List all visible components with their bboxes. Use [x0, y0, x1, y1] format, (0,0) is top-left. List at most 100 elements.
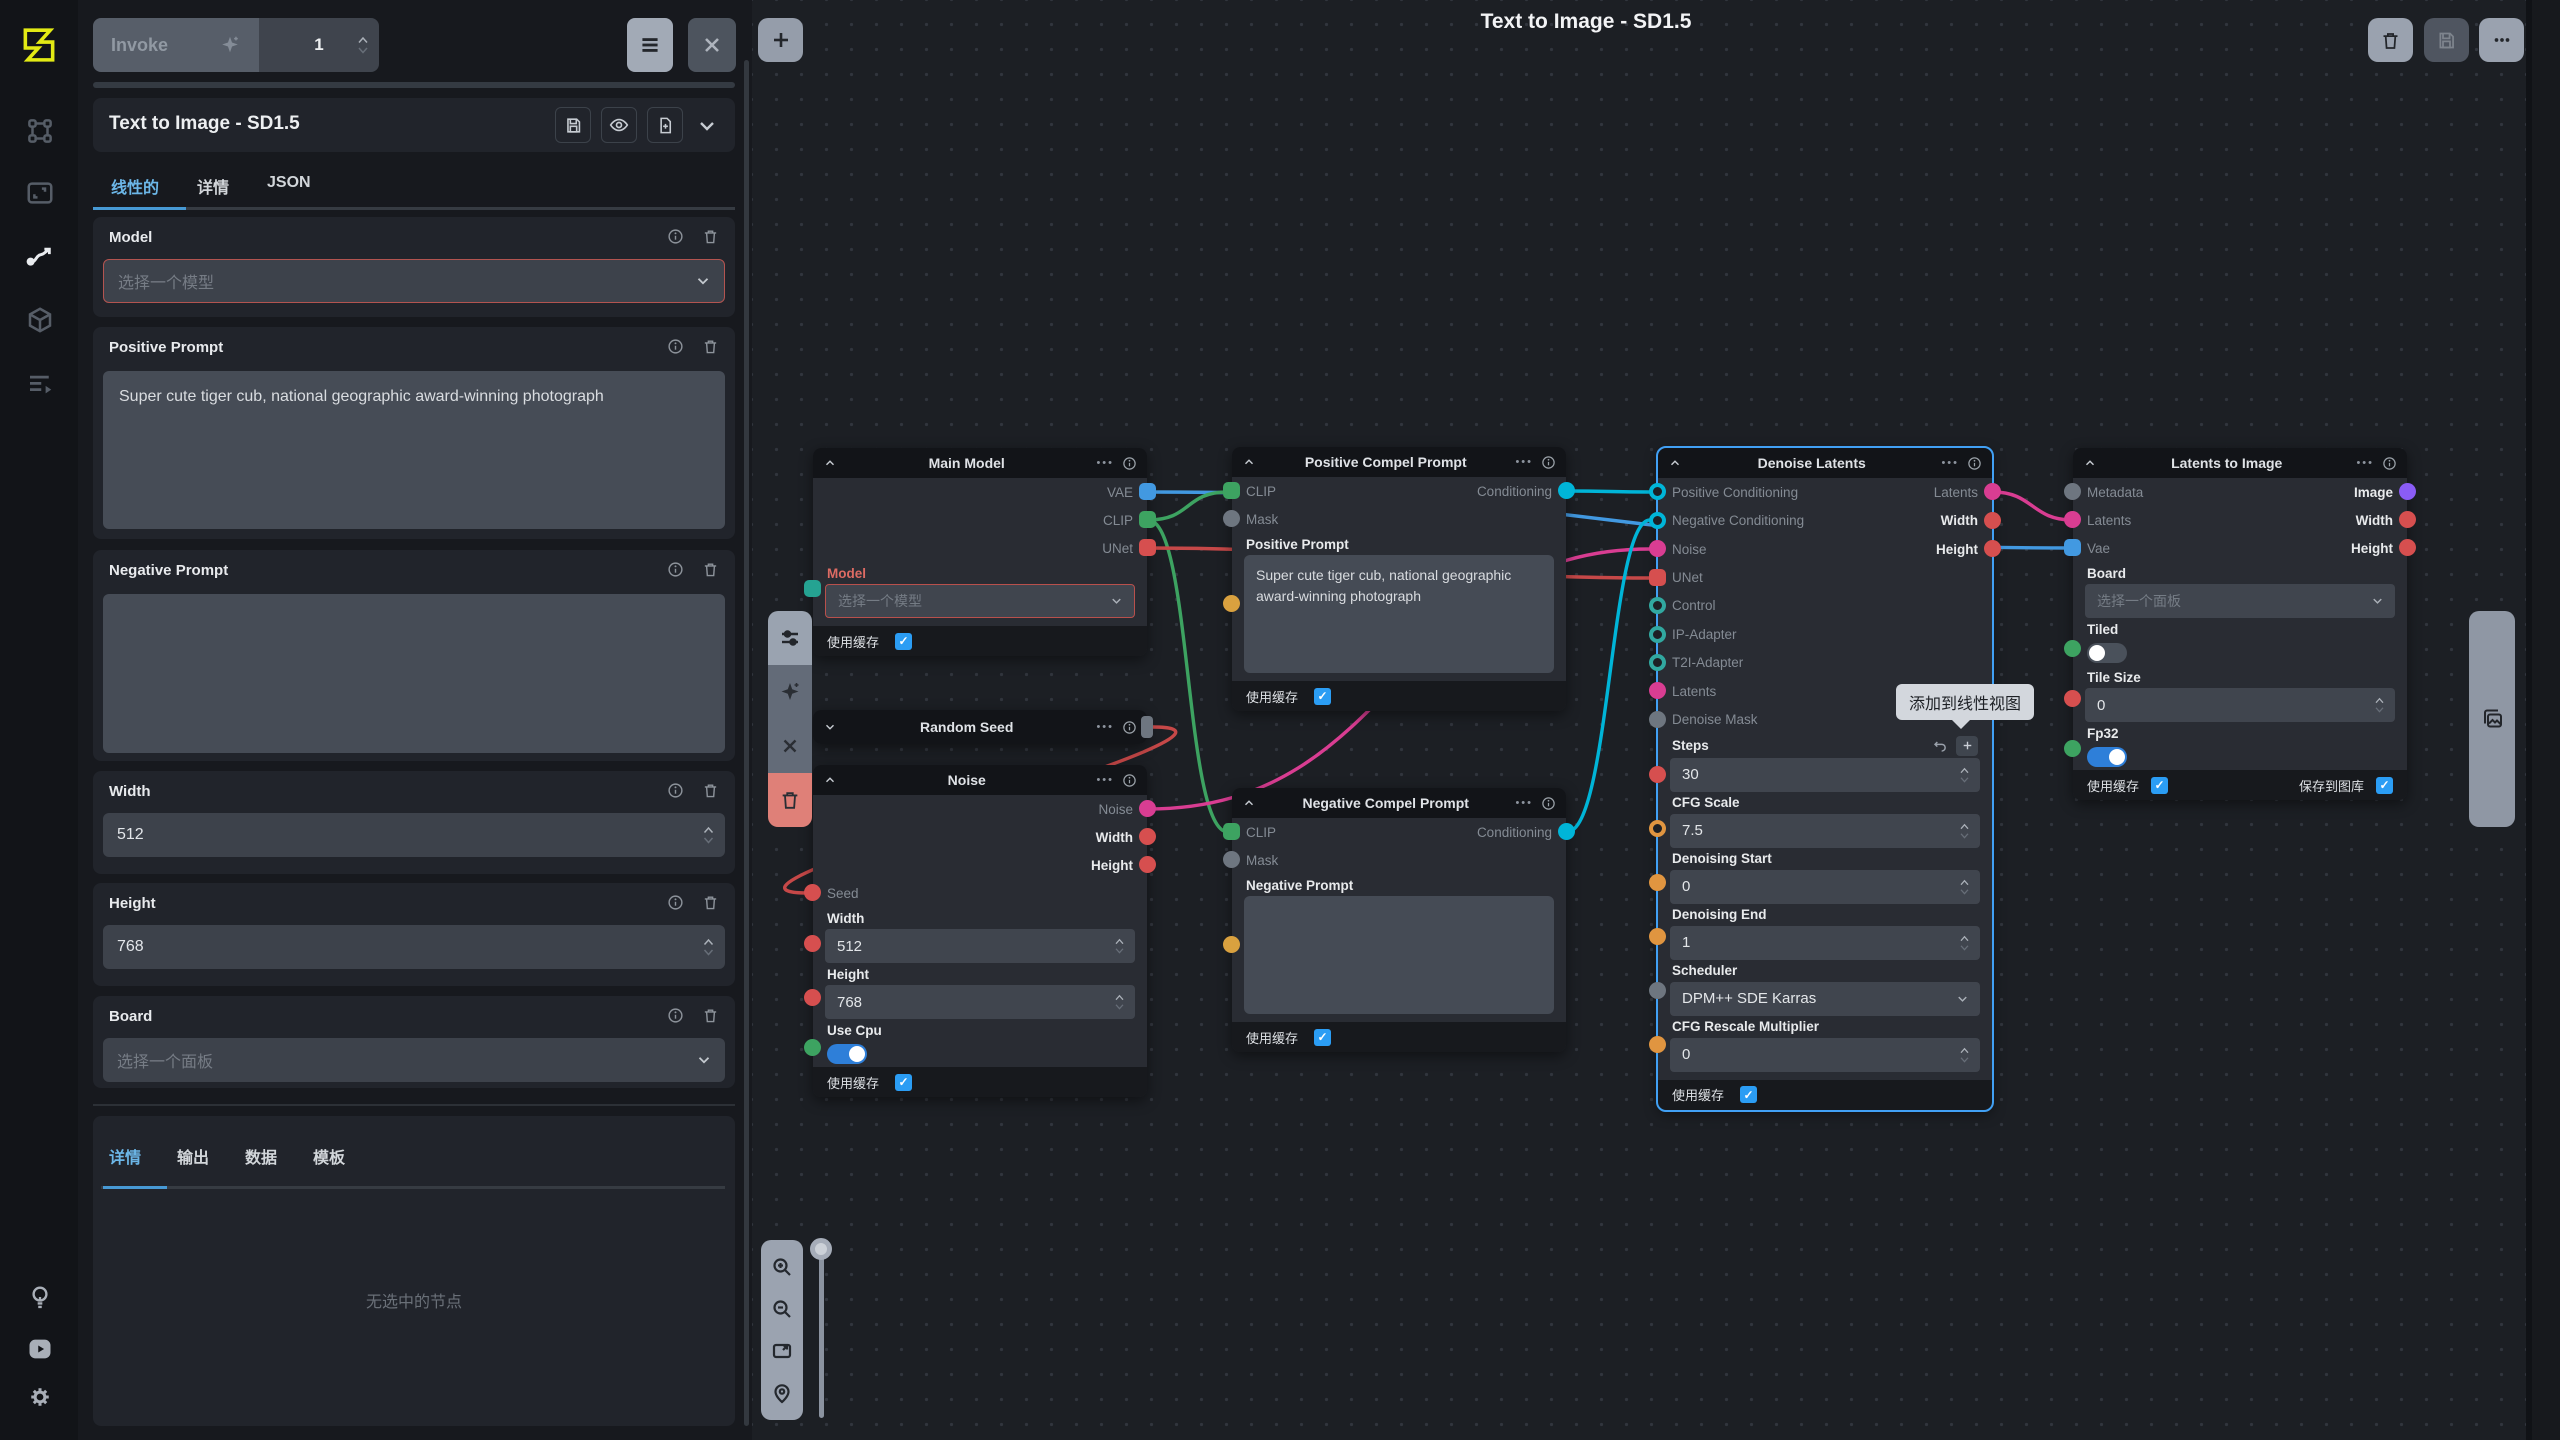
- save-workflow-button-canvas[interactable]: [2424, 18, 2469, 62]
- positive-prompt-textarea[interactable]: Super cute tiger cub, national geographi…: [1244, 555, 1554, 673]
- workflows-tab-icon[interactable]: [25, 241, 55, 271]
- model-select[interactable]: 选择一个模型: [103, 259, 725, 303]
- node-latents-to-image[interactable]: Latents to Image ••• MetadataImage Laten…: [2073, 448, 2407, 800]
- collapse-chevron-icon[interactable]: [823, 773, 837, 787]
- use-cache-checkbox[interactable]: ✓: [895, 633, 912, 650]
- trash-icon[interactable]: [702, 1007, 719, 1024]
- use-cpu-toggle[interactable]: [827, 1044, 867, 1064]
- handle-height-output[interactable]: [2399, 539, 2416, 556]
- zoom-in-icon[interactable]: [770, 1255, 794, 1279]
- use-cache-checkbox[interactable]: ✓: [1740, 1086, 1757, 1103]
- width-input[interactable]: 512: [103, 813, 725, 857]
- use-cache-checkbox[interactable]: ✓: [895, 1074, 912, 1091]
- info-icon[interactable]: [667, 338, 684, 355]
- cfg-scale-input[interactable]: 7.5: [1670, 814, 1980, 848]
- handle-clip-output[interactable]: [1139, 511, 1156, 528]
- workflow-menu-chevron-icon[interactable]: [695, 114, 719, 138]
- node-menu-icon[interactable]: •••: [2356, 457, 2374, 469]
- handle-vae-input[interactable]: [2064, 539, 2081, 556]
- node-random-seed[interactable]: Random Seed •••: [813, 710, 1147, 744]
- height-input[interactable]: 768: [103, 925, 725, 969]
- queue-count-input[interactable]: 1: [259, 18, 379, 72]
- trash-icon[interactable]: [702, 894, 719, 911]
- info-icon[interactable]: [667, 894, 684, 911]
- handle-prompt-input[interactable]: [1223, 936, 1240, 953]
- cfg-rescale-input[interactable]: 0: [1670, 1038, 1980, 1072]
- tab-inspector-details[interactable]: 详情: [109, 1144, 141, 1168]
- steps-input[interactable]: 30: [1670, 758, 1980, 792]
- handle-denoising-start-input[interactable]: [1649, 874, 1666, 891]
- trash-icon[interactable]: [702, 561, 719, 578]
- use-cache-checkbox[interactable]: ✓: [1314, 688, 1331, 705]
- generation-tab-icon[interactable]: [25, 116, 55, 146]
- tiled-toggle[interactable]: [2087, 643, 2127, 663]
- handle-t2i-adapter-input[interactable]: [1649, 654, 1666, 671]
- negative-prompt-textarea[interactable]: [103, 594, 725, 753]
- handle-latents-output[interactable]: [1984, 483, 2001, 500]
- fp32-toggle[interactable]: [2087, 747, 2127, 767]
- node-noise[interactable]: Noise ••• Noise Width Height Seed Width …: [813, 765, 1147, 1097]
- tab-details[interactable]: 详情: [197, 174, 229, 198]
- tab-json[interactable]: JSON: [267, 174, 311, 198]
- handle-tiled-input[interactable]: [2064, 640, 2081, 657]
- positive-prompt-textarea[interactable]: Super cute tiger cub, national geographi…: [103, 371, 725, 529]
- panel-scrollbar[interactable]: [744, 60, 749, 1426]
- collapse-chevron-icon[interactable]: [2083, 456, 2097, 470]
- handle-noise-input[interactable]: [1649, 540, 1666, 557]
- negative-prompt-textarea[interactable]: [1244, 896, 1554, 1014]
- node-menu-icon[interactable]: •••: [1096, 721, 1114, 733]
- handle-unet-input[interactable]: [1649, 569, 1666, 586]
- collapse-chevron-icon[interactable]: [1242, 455, 1256, 469]
- zoom-slider-track[interactable]: [819, 1246, 824, 1418]
- workflow-more-menu-button[interactable]: [2479, 18, 2524, 62]
- node-menu-icon[interactable]: •••: [1515, 797, 1533, 809]
- video-tutorials-icon[interactable]: [26, 1335, 54, 1363]
- width-stepper[interactable]: [702, 826, 715, 844]
- collapse-chevron-icon[interactable]: [1668, 456, 1682, 470]
- handle-denoise-mask-input[interactable]: [1649, 711, 1666, 728]
- queue-tab-icon[interactable]: [25, 369, 55, 399]
- handle-seed-value-output[interactable]: [1141, 716, 1153, 738]
- hints-icon[interactable]: [26, 1283, 54, 1311]
- scheduler-select[interactable]: DPM++ SDE Karras: [1670, 982, 1980, 1016]
- noise-height-input[interactable]: 768: [825, 985, 1135, 1019]
- fit-view-icon[interactable]: [770, 1339, 794, 1363]
- cancel-button[interactable]: [768, 719, 812, 773]
- node-main-model[interactable]: Main Model ••• VAE CLIP UNet Model 选择一个模…: [813, 448, 1147, 656]
- collapse-chevron-icon[interactable]: [823, 456, 837, 470]
- models-tab-icon[interactable]: [25, 305, 55, 335]
- workflow-canvas[interactable]: Text to Image - SD1.5 Main Model ••• VAE…: [752, 0, 2526, 1440]
- handle-control-input[interactable]: [1649, 597, 1666, 614]
- use-cache-checkbox[interactable]: ✓: [1314, 1029, 1331, 1046]
- handle-height-output[interactable]: [1984, 540, 2001, 557]
- info-icon[interactable]: [667, 782, 684, 799]
- node-positive-compel-prompt[interactable]: Positive Compel Prompt ••• CLIPCondition…: [1232, 447, 1566, 711]
- model-select[interactable]: 选择一个模型: [825, 584, 1135, 618]
- handle-seed-input[interactable]: [804, 884, 821, 901]
- handle-denoising-end-input[interactable]: [1649, 928, 1666, 945]
- handle-fp32-input[interactable]: [2064, 740, 2081, 757]
- use-cache-checkbox[interactable]: ✓: [2151, 777, 2168, 794]
- settings-gear-icon[interactable]: [26, 1383, 54, 1411]
- handle-vae-output[interactable]: [1139, 483, 1156, 500]
- info-icon[interactable]: [667, 561, 684, 578]
- node-fields-button[interactable]: [768, 611, 812, 665]
- zoom-slider-knob[interactable]: [810, 1238, 832, 1260]
- handle-scheduler-input[interactable]: [1649, 982, 1666, 999]
- location-pin-icon[interactable]: [770, 1381, 794, 1405]
- handle-height-output[interactable]: [1139, 856, 1156, 873]
- trash-icon[interactable]: [702, 782, 719, 799]
- collapse-chevron-icon[interactable]: [1242, 796, 1256, 810]
- node-header[interactable]: Random Seed •••: [813, 710, 1147, 744]
- tab-inspector-data[interactable]: 数据: [245, 1144, 277, 1168]
- info-icon[interactable]: [667, 1007, 684, 1024]
- handle-clip-input[interactable]: [1223, 823, 1240, 840]
- handle-height-input[interactable]: [804, 989, 821, 1006]
- handle-negative-conditioning-input[interactable]: [1649, 512, 1666, 529]
- node-header[interactable]: Denoise Latents •••: [1658, 448, 1992, 478]
- invoke-button[interactable]: Invoke: [93, 18, 259, 72]
- canvas-tab-icon[interactable]: [25, 178, 55, 208]
- handle-unet-output[interactable]: [1139, 539, 1156, 556]
- gallery-panel-toggle[interactable]: [2469, 611, 2515, 827]
- tab-inspector-templates[interactable]: 模板: [313, 1144, 345, 1168]
